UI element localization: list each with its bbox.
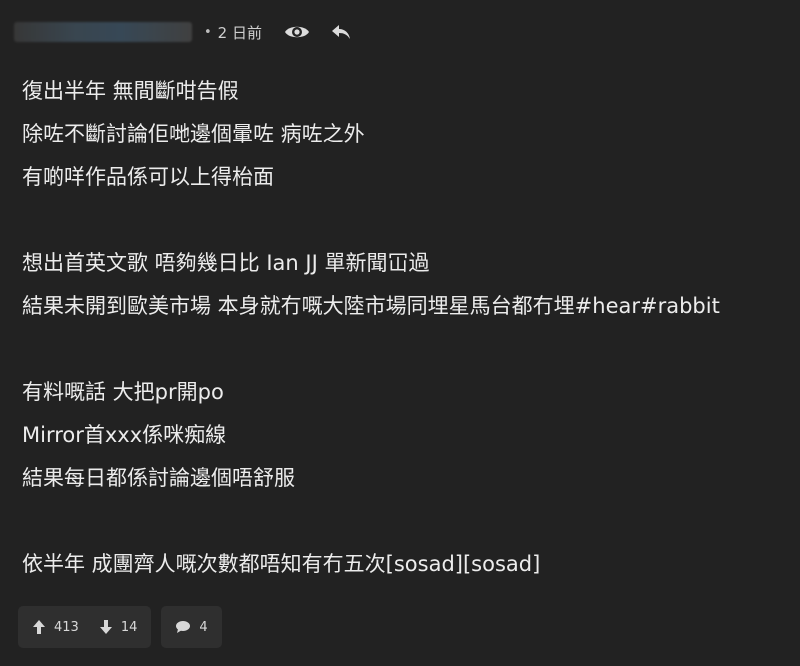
reply-button[interactable] [326, 17, 356, 47]
downvote-count: 14 [120, 619, 138, 635]
upvote-button[interactable]: 413 [32, 619, 79, 635]
post-line: 有料嘅話 大把pr開po [22, 380, 224, 404]
reply-icon [329, 22, 353, 42]
arrow-up-icon [32, 619, 46, 635]
post-line: 想出首英文歌 唔夠幾日比 Ian JJ 單新聞冚過 [22, 251, 430, 275]
arrow-down-icon [99, 619, 113, 635]
separator-dot: • [204, 24, 212, 40]
view-button[interactable] [282, 17, 312, 47]
post-line: 結果未開到歐美市場 本身就冇嘅大陸市場同埋星馬台都冇埋#hear#rabbit [22, 294, 720, 318]
post-line: 復出半年 無間斷咁告假 [22, 79, 239, 103]
comments-group: 4 [175, 619, 208, 635]
post-line: 結果每日都係討論邊個唔舒服 [22, 466, 295, 490]
vote-bar: 413 14 [18, 606, 152, 648]
downvote-button[interactable]: 14 [99, 619, 138, 635]
post-line: 依半年 成團齊人嘅次數都唔知有冇五次[sosad][sosad] [22, 552, 541, 576]
comment-icon [175, 620, 191, 634]
post-body: 復出半年 無間斷咁告假 除咗不斷討論佢哋邊個暈咗 病咗之外 有啲咩作品係可以上得… [22, 70, 786, 586]
post-line: Mirror首xxx係咪痴線 [22, 423, 227, 447]
comments-button[interactable]: 4 [161, 606, 222, 648]
comment-count: 4 [199, 619, 208, 635]
post-timestamp: 2 日前 [217, 23, 262, 42]
upvote-count: 413 [54, 619, 79, 635]
post-header: • 2 日前 [14, 16, 356, 48]
author-name-blurred[interactable] [14, 22, 192, 42]
eye-icon [283, 22, 311, 42]
post-line: 有啲咩作品係可以上得枱面 [22, 165, 274, 189]
post-actions: 413 14 4 [18, 606, 222, 648]
post-line: 除咗不斷討論佢哋邊個暈咗 病咗之外 [22, 122, 365, 146]
